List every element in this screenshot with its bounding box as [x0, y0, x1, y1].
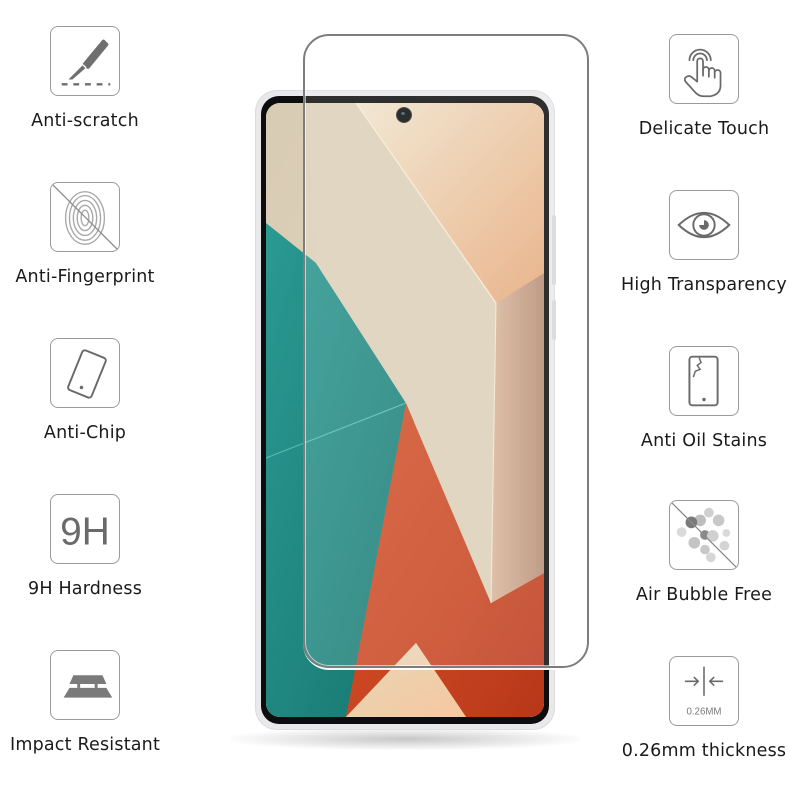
- eye-icon: [677, 211, 731, 239]
- feature-label: Anti-Fingerprint: [15, 267, 155, 287]
- feature-delicate-touch: Delicate Touch: [604, 34, 800, 139]
- layered-plates-icon: [63, 675, 113, 698]
- icon-box: [50, 650, 120, 720]
- feature-anti-fingerprint: Anti-Fingerprint: [0, 182, 185, 287]
- 9h-badge-icon: 9H: [60, 511, 110, 554]
- svg-text:0.26MM: 0.26MM: [686, 706, 721, 717]
- icon-box: 0.26MM: [669, 656, 739, 726]
- tilted-phone-icon: [67, 349, 107, 399]
- cracked-phone-icon: [688, 355, 719, 407]
- scalpel-scratch-icon: [61, 39, 111, 86]
- feature-high-transparency: High Transparency: [604, 190, 800, 295]
- feature-label: Impact Resistant: [9, 735, 161, 755]
- feature-label: High Transparency: [621, 275, 787, 295]
- svg-text:9H: 9H: [60, 511, 110, 554]
- feature-label: Anti Oil Stains: [640, 431, 768, 451]
- icon-box: [50, 338, 120, 408]
- screen-protector-glass: [303, 34, 589, 668]
- bubbles-crossed-icon: [671, 502, 737, 568]
- icon-box: [669, 190, 739, 260]
- touch-hand-icon: [683, 48, 722, 98]
- icon-box: [50, 26, 120, 96]
- feature-label: Delicate Touch: [638, 119, 770, 139]
- fingerprint-crossed-icon: [52, 184, 118, 250]
- feature-9h-hardness: 9H 9H Hardness: [0, 494, 185, 599]
- feature-impact-resistant: Impact Resistant: [0, 650, 185, 755]
- icon-box: [50, 182, 120, 252]
- icon-box: [669, 500, 739, 570]
- thickness-arrows-icon: 0.26MM: [684, 666, 724, 717]
- phone-shadow: [230, 728, 580, 750]
- feature-anti-oil-stains: Anti Oil Stains: [604, 346, 800, 451]
- feature-thickness: 0.26MM 0.26mm thickness: [604, 656, 800, 761]
- feature-label: Air Bubble Free: [635, 585, 773, 605]
- icon-box: [669, 346, 739, 416]
- feature-anti-chip: Anti-Chip: [0, 338, 185, 443]
- feature-label: Anti-Chip: [43, 423, 127, 443]
- feature-anti-scratch: Anti-scratch: [0, 26, 185, 131]
- feature-label: 9H Hardness: [27, 579, 143, 599]
- screen-protector-edge-highlight: [303, 640, 589, 670]
- icon-box: 9H: [50, 494, 120, 564]
- icon-box: [669, 34, 739, 104]
- feature-air-bubble-free: Air Bubble Free: [604, 500, 800, 605]
- feature-label: 0.26mm thickness: [621, 741, 787, 761]
- feature-label: Anti-scratch: [31, 111, 139, 131]
